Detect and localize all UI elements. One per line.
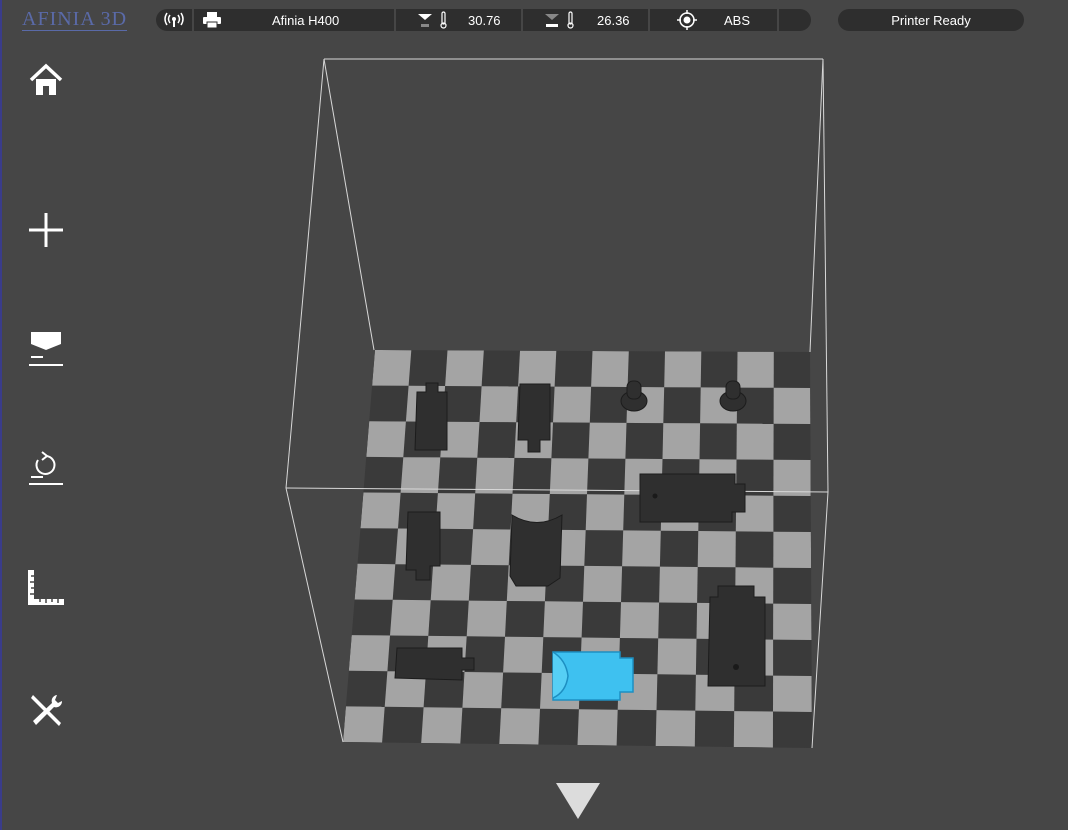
grid-tile xyxy=(462,672,504,709)
grid-tile xyxy=(622,530,661,567)
grid-tile xyxy=(400,457,441,494)
more-options-button[interactable] xyxy=(556,783,600,819)
grid-tile xyxy=(366,421,406,458)
triangle-down-icon xyxy=(556,783,600,819)
grid-tile xyxy=(773,603,812,640)
grid-tile xyxy=(655,710,696,747)
grid-tile xyxy=(503,636,544,673)
build-plate-viewport[interactable] xyxy=(0,0,1068,830)
model-part[interactable] xyxy=(707,585,766,687)
grid-tile xyxy=(736,423,774,460)
grid-tile xyxy=(470,529,511,566)
grid-tile xyxy=(664,351,702,388)
grid-tile xyxy=(588,422,627,459)
grid-tile xyxy=(372,350,412,386)
grid-tile xyxy=(475,457,515,494)
model-part[interactable] xyxy=(394,647,475,681)
grid-tile xyxy=(430,564,471,601)
grid-tile xyxy=(657,638,697,675)
grid-tile xyxy=(553,386,592,423)
grid-tile xyxy=(697,531,736,568)
grid-tile xyxy=(348,635,390,672)
grid-tile xyxy=(543,601,583,638)
grid-tile xyxy=(662,423,701,460)
grid-tile xyxy=(659,566,698,603)
grid-tile xyxy=(619,602,660,639)
grid-tile xyxy=(549,458,589,495)
grid-tile xyxy=(773,675,812,712)
grid-tile xyxy=(583,565,623,603)
grid-tile xyxy=(421,707,463,744)
grid-tile xyxy=(360,492,401,529)
grid-tile xyxy=(518,350,557,387)
grid-tile xyxy=(577,709,618,746)
model-part[interactable] xyxy=(509,514,563,587)
grid-tile xyxy=(479,386,519,423)
model-part[interactable] xyxy=(414,382,448,451)
grid-tile xyxy=(591,351,629,387)
grid-tile xyxy=(435,493,476,530)
grid-tile xyxy=(773,531,812,568)
grid-tile xyxy=(737,351,774,388)
grid-tile xyxy=(466,600,507,637)
grid-tile xyxy=(343,706,385,743)
grid-tile xyxy=(499,708,540,745)
grid-tile xyxy=(733,711,773,748)
grid-tile xyxy=(354,563,396,600)
grid-tile xyxy=(585,494,625,531)
grid-tile xyxy=(773,459,811,496)
grid-tile xyxy=(773,387,811,424)
grid-tile xyxy=(390,599,431,636)
grid-tile xyxy=(445,350,484,387)
